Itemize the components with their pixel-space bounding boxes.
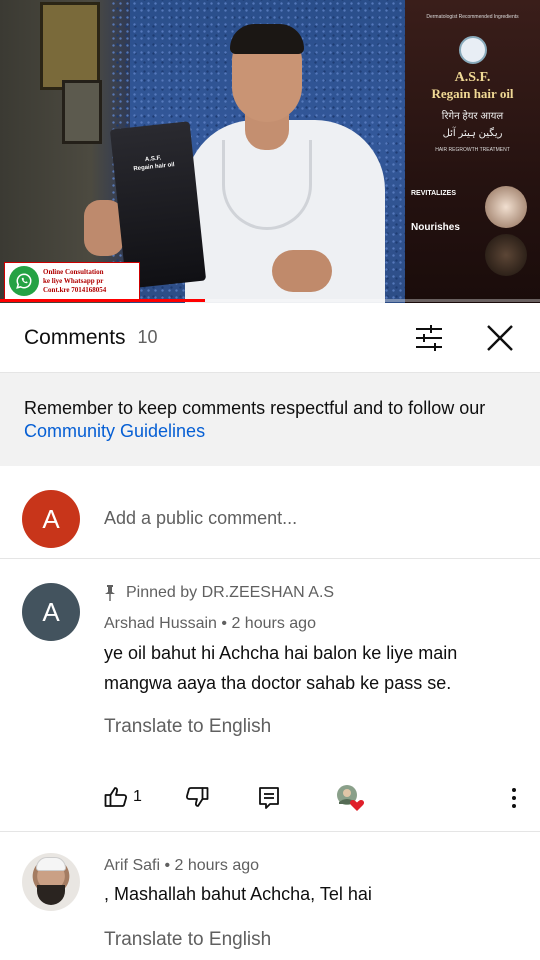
promo-text: Online Consultation ke liye Whatsapp pr … — [43, 268, 106, 295]
translate-button[interactable]: Translate to English — [104, 929, 271, 951]
commenter-avatar[interactable]: A — [22, 583, 80, 641]
presenter-hand — [272, 250, 332, 292]
product-tag: Dermatologist Recommended Ingredients — [426, 14, 519, 20]
whatsapp-icon — [9, 266, 39, 296]
notice-text: Remember to keep comments respectful and… — [24, 398, 486, 418]
after-photo — [485, 234, 527, 276]
comment-text-line: mangwa aaya tha doctor sahab ke pass se. — [104, 673, 452, 693]
promo-line: Online Consultation — [43, 267, 104, 276]
pinned-text: Pinned by DR.ZEESHAN A.S — [126, 584, 335, 601]
meta-separator: • — [216, 615, 232, 632]
comment-time: 2 hours ago — [174, 857, 260, 874]
seal-icon — [458, 36, 487, 64]
video-progress-bar[interactable] — [0, 299, 540, 302]
comments-title: Comments — [24, 325, 126, 349]
comment-meta: Arshad Hussain • 2 hours ago — [104, 615, 316, 633]
commenter-avatar[interactable] — [22, 853, 80, 911]
video-player[interactable]: A.S.F. Regain hair oil Dermatologist Rec… — [0, 0, 540, 303]
comment-text: , Mashallah bahut Achcha, Tel hai — [104, 879, 372, 909]
comment-time: 2 hours ago — [231, 615, 316, 632]
stethoscope — [222, 140, 312, 230]
avatar-beard — [37, 885, 65, 905]
pin-icon — [104, 585, 118, 601]
comments-header: Comments 10 — [0, 303, 540, 373]
product-subtitle: Regain hair oil — [431, 86, 514, 101]
translate-button[interactable]: Translate to English — [104, 716, 271, 738]
add-comment-input[interactable]: Add a public comment... — [104, 508, 297, 529]
creator-heart-icon — [336, 784, 365, 812]
product-hindi-name: रिगेन हेयर आयल — [441, 111, 504, 122]
product-nourishes: Nourishes — [411, 222, 460, 233]
presenter-hair — [230, 24, 304, 54]
product-tagline: HAIR REGROWTH TREATMENT — [435, 147, 510, 153]
comment-text: ye oil bahut hi Achcha hai balon ke liye… — [104, 638, 457, 698]
wall-frame — [62, 80, 102, 144]
promo-line: ke liye Whatsapp pr — [43, 276, 104, 285]
user-avatar: A — [22, 490, 80, 548]
close-icon[interactable] — [486, 324, 514, 352]
product-title: A.S.F. — [454, 70, 491, 85]
before-photo — [485, 186, 527, 228]
more-options-icon[interactable] — [506, 786, 522, 810]
comment-text-line: ye oil bahut hi Achcha hai balon ke liye… — [104, 643, 458, 663]
comment-actions: 1 — [0, 780, 540, 816]
pinned-label: Pinned by DR.ZEESHAN A.S — [104, 584, 334, 602]
comment-author[interactable]: Arif Safi — [104, 857, 160, 874]
whatsapp-promo: Online Consultation ke liye Whatsapp pr … — [4, 262, 140, 300]
community-notice: Remember to keep comments respectful and… — [0, 373, 540, 466]
promo-line: Cont.kre 7014168054 — [43, 285, 107, 294]
community-guidelines-link[interactable]: Community Guidelines — [24, 421, 205, 441]
comments-count: 10 — [137, 327, 158, 347]
avatar-cap — [36, 857, 66, 871]
reply-icon[interactable] — [258, 786, 280, 815]
comment-meta: Arif Safi • 2 hours ago — [104, 857, 259, 875]
like-icon[interactable] — [104, 786, 128, 813]
divider — [0, 558, 540, 559]
dislike-icon[interactable] — [185, 786, 209, 813]
product-banner: Dermatologist Recommended Ingredients A.… — [405, 0, 540, 303]
divider — [0, 831, 540, 832]
like-count: 1 — [133, 788, 142, 805]
comment-author[interactable]: Arshad Hussain — [104, 615, 217, 632]
comment-text-line: , Mashallah bahut Achcha, Tel hai — [104, 884, 372, 904]
add-comment-row[interactable]: A Add a public comment... — [0, 490, 540, 558]
product-revitalizes: REVITALIZES — [411, 190, 456, 197]
meta-separator: • — [160, 857, 175, 874]
product-urdu-name: ریگین ہیئر آئل — [442, 128, 503, 139]
video-progress-fill — [0, 299, 206, 302]
wall-frame — [40, 2, 100, 90]
sort-filter-icon[interactable] — [414, 324, 444, 352]
